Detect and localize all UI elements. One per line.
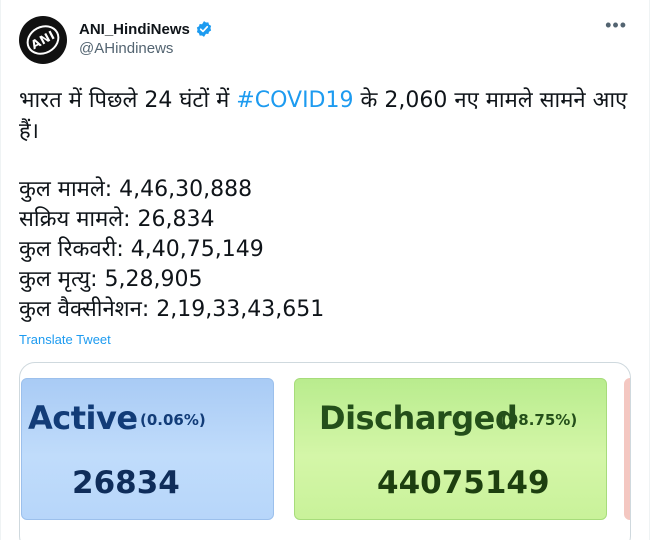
tweet-container: ANI ANI_HindiNews @AHindinews ••• भारत म… xyxy=(0,0,650,540)
avatar-logo-text: ANI xyxy=(28,27,58,53)
stat-deaths: कुल मृत्यु: 5,28,905 xyxy=(19,267,203,292)
user-handle[interactable]: @AHindinews xyxy=(79,40,213,57)
display-name[interactable]: ANI_HindiNews xyxy=(79,21,190,38)
stat-total-cases: कुल मामले: 4,46,30,888 xyxy=(19,177,253,202)
discharged-value: 44075149 xyxy=(377,465,550,501)
more-horizontal-icon[interactable]: ••• xyxy=(605,16,627,34)
verified-badge-icon xyxy=(195,20,213,38)
active-tile: Active (0.06%) 26834 xyxy=(21,378,274,520)
discharged-percent: (98.75%) xyxy=(501,411,578,429)
media-image[interactable]: Active (0.06%) 26834 Discharged (98.75%)… xyxy=(19,362,631,540)
stats-list: कुल मामले: 4,46,30,888 सक्रिय मामले: 26,… xyxy=(19,175,324,325)
discharged-tile: Discharged (98.75%) 44075149 xyxy=(294,378,607,520)
user-info: ANI_HindiNews @AHindinews xyxy=(79,20,213,57)
stat-vaccination: कुल वैक्सीनेशन: 2,19,33,43,651 xyxy=(19,297,325,322)
stat-active-cases: सक्रिय मामले: 26,834 xyxy=(19,207,215,232)
avatar[interactable]: ANI xyxy=(19,16,67,64)
stat-recovered: कुल रिकवरी: 4,40,75,149 xyxy=(19,237,264,262)
active-title: Active xyxy=(28,399,138,437)
partial-tile xyxy=(624,378,630,520)
active-value: 26834 xyxy=(72,465,180,501)
translate-tweet-link[interactable]: Translate Tweet xyxy=(19,332,111,347)
discharged-title: Discharged xyxy=(319,399,518,437)
ani-logo: ANI xyxy=(21,19,65,61)
tweet-text-start: भारत में पिछले 24 घंटों में xyxy=(19,88,237,113)
hashtag-link[interactable]: #COVID19 xyxy=(236,88,353,113)
active-percent: (0.06%) xyxy=(140,411,206,429)
tweet-text: भारत में पिछले 24 घंटों में #COVID19 के … xyxy=(19,85,634,147)
display-name-row: ANI_HindiNews xyxy=(79,20,213,38)
